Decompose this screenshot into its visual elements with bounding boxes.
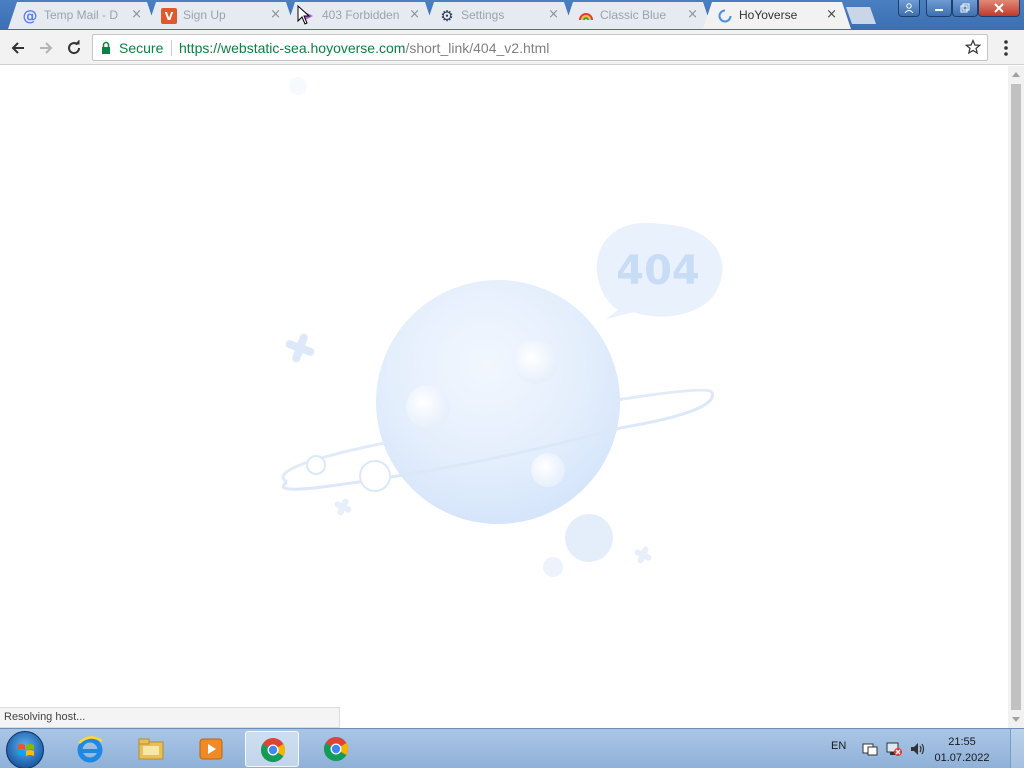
secure-label: Secure xyxy=(119,40,164,56)
clock-time: 21:55 xyxy=(948,736,976,748)
tab-hoyoverse[interactable]: HoYoverse × xyxy=(703,2,851,29)
scroll-down-arrow-icon[interactable] xyxy=(1012,717,1020,722)
tab-title: Sign Up xyxy=(183,8,226,22)
show-desktop-button[interactable] xyxy=(1010,729,1024,768)
tab-close-button[interactable]: × xyxy=(409,7,420,22)
tab-title: HoYoverse xyxy=(739,8,798,22)
loading-spinner-icon xyxy=(717,8,733,24)
tab-close-button[interactable]: × xyxy=(270,7,281,22)
sparkle-cross-icon xyxy=(334,498,352,516)
gear-icon: ⚙ xyxy=(440,7,454,25)
minimize-button[interactable] xyxy=(926,0,952,17)
tab-title: Classic Blue xyxy=(600,8,667,22)
floating-bubble xyxy=(543,557,563,577)
close-icon xyxy=(994,3,1004,13)
lock-icon xyxy=(102,41,110,54)
chrome-icon xyxy=(324,737,349,762)
tab-close-button[interactable]: × xyxy=(826,7,837,22)
status-bubble: Resolving host... xyxy=(0,707,340,728)
media-player-icon xyxy=(199,738,223,760)
sparkle-cross-icon xyxy=(634,546,652,564)
at-icon: @ xyxy=(22,7,38,25)
taskbar-chrome-active[interactable] xyxy=(245,731,299,767)
reload-button[interactable] xyxy=(62,36,86,60)
rainbow-icon xyxy=(578,8,594,24)
explorer-folder-icon xyxy=(138,738,164,760)
bookmark-star-icon[interactable] xyxy=(965,39,981,55)
back-button[interactable] xyxy=(6,36,30,60)
omnibox-divider xyxy=(171,40,172,56)
planet-crater xyxy=(514,340,558,384)
error-code-text: 404 xyxy=(616,248,700,294)
planet-crater xyxy=(406,385,450,429)
restore-button[interactable] xyxy=(952,0,978,17)
tab-title: 403 Forbidden xyxy=(322,8,400,22)
clock-date: 01.07.2022 xyxy=(934,752,990,764)
taskbar-internet-explorer[interactable] xyxy=(63,731,117,767)
forward-button[interactable] xyxy=(34,36,58,60)
start-button[interactable] xyxy=(6,731,44,768)
url-path: /short_link/404_v2.html xyxy=(405,40,550,56)
orbit-moon-small xyxy=(306,455,326,475)
network-disconnected-icon[interactable] xyxy=(886,741,902,757)
restore-icon xyxy=(960,3,970,13)
windows-logo-icon xyxy=(18,744,34,756)
tab-close-button[interactable]: × xyxy=(687,7,698,22)
scrollbar-thumb[interactable] xyxy=(1011,84,1021,710)
planet-crater xyxy=(531,453,565,487)
url-host: https://webstatic-sea.hoyoverse.com xyxy=(179,40,406,56)
internet-explorer-icon xyxy=(77,736,103,763)
orbit-moon xyxy=(359,460,391,492)
volume-icon[interactable] xyxy=(910,741,926,757)
close-window-button[interactable] xyxy=(978,0,1020,17)
user-icon xyxy=(904,3,914,13)
tab-close-button[interactable]: × xyxy=(131,7,142,22)
browser-titlebar: @ Temp Mail - D × V Sign Up × 403 Forbid… xyxy=(0,0,1024,30)
mouse-cursor-icon xyxy=(297,5,311,25)
taskbar-media-player[interactable] xyxy=(184,731,238,767)
tab-settings[interactable]: ⚙ Settings × xyxy=(425,2,573,29)
action-center-flag-icon[interactable] xyxy=(862,741,878,757)
arrow-left-icon xyxy=(11,42,24,54)
v-logo-icon: V xyxy=(161,8,177,24)
arrow-right-icon xyxy=(40,42,53,54)
floating-bubble xyxy=(565,514,613,562)
reload-icon xyxy=(68,40,81,55)
taskbar-chrome[interactable] xyxy=(309,731,363,767)
tab-sign-up[interactable]: V Sign Up × xyxy=(147,2,295,29)
sparkle-cross-icon xyxy=(285,333,315,363)
tab-classic-blue[interactable]: Classic Blue × xyxy=(564,2,712,29)
vertical-dots-icon xyxy=(1004,40,1008,56)
page-scrollbar[interactable] xyxy=(1008,66,1024,728)
chrome-icon xyxy=(261,738,286,763)
language-indicator[interactable]: EN xyxy=(831,740,846,752)
browser-toolbar: Secure https://webstatic-sea.hoyoverse.c… xyxy=(0,30,1024,65)
taskbar-file-explorer[interactable] xyxy=(124,731,178,767)
system-clock[interactable]: 21:55 01.07.2022 xyxy=(932,734,992,766)
minimize-icon xyxy=(935,9,943,11)
error-404-illustration: 404 xyxy=(281,77,723,577)
profile-button[interactable] xyxy=(898,0,920,17)
tab-title: Settings xyxy=(461,8,505,22)
url-text[interactable]: https://webstatic-sea.hoyoverse.com/shor… xyxy=(179,40,549,56)
browser-menu-button[interactable] xyxy=(996,37,1016,59)
windows-taskbar: EN 21:55 01.07.2022 xyxy=(0,728,1024,768)
tab-title: Temp Mail - D xyxy=(44,8,119,22)
page-viewport: 404 xyxy=(0,66,1008,728)
address-bar[interactable]: Secure https://webstatic-sea.hoyoverse.c… xyxy=(92,34,988,61)
tab-close-button[interactable]: × xyxy=(548,7,559,22)
scroll-up-arrow-icon[interactable] xyxy=(1012,72,1020,77)
floating-bubble xyxy=(289,77,307,95)
tab-temp-mail[interactable]: @ Temp Mail - D × xyxy=(8,2,156,29)
new-tab-button[interactable] xyxy=(846,7,876,24)
